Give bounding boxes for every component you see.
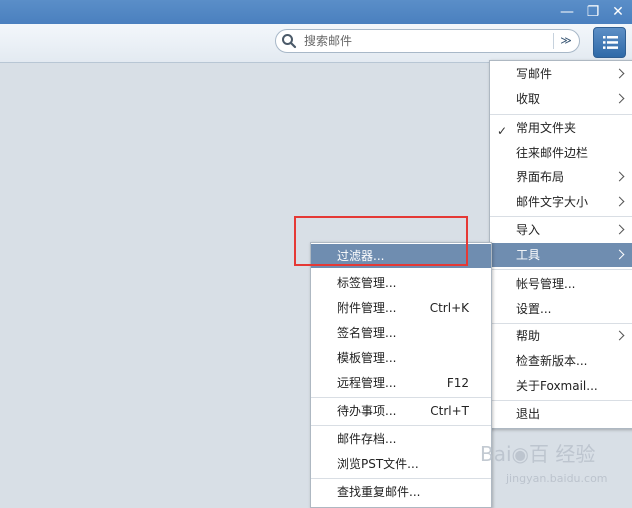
menu-separator bbox=[490, 400, 632, 401]
watermark-url: jingyan.baidu.com bbox=[506, 472, 608, 485]
restore-button[interactable]: ❐ bbox=[584, 3, 602, 21]
menu-item-settings[interactable]: 设置... bbox=[490, 297, 632, 321]
menu-item-label: 界面布局 bbox=[516, 170, 565, 184]
menu-separator bbox=[490, 216, 632, 217]
annotation-highlight-box bbox=[294, 216, 468, 266]
chevron-right-icon bbox=[614, 330, 625, 341]
menu-item-label: 退出 bbox=[516, 407, 541, 421]
menu-separator bbox=[490, 269, 632, 270]
main-menu-button[interactable] bbox=[593, 27, 626, 58]
menu-item-templates[interactable]: 模板管理... bbox=[311, 346, 491, 370]
menu-item-label: 邮件文字大小 bbox=[516, 195, 589, 209]
title-bar: — ❐ ✕ bbox=[0, 0, 632, 24]
close-button[interactable]: ✕ bbox=[609, 3, 627, 21]
menu-item-label: 查找重复邮件... bbox=[337, 485, 421, 499]
menu-item-label: 帐号管理... bbox=[516, 277, 576, 291]
menu-item-shortcut: Ctrl+K bbox=[429, 301, 469, 315]
search-divider bbox=[553, 33, 554, 49]
chevron-right-icon bbox=[614, 249, 625, 260]
list-menu-icon bbox=[603, 36, 618, 49]
menu-item-label: 设置... bbox=[516, 302, 552, 316]
menu-item-label: 工具 bbox=[516, 248, 541, 262]
menu-item-attachments[interactable]: 附件管理... Ctrl+K bbox=[311, 296, 491, 320]
menu-separator bbox=[311, 478, 491, 479]
menu-item-label: 常用文件夹 bbox=[516, 121, 577, 135]
chevron-right-icon bbox=[614, 171, 625, 182]
menu-item-label: 远程管理... bbox=[337, 376, 397, 390]
chevron-right-icon bbox=[614, 224, 625, 235]
menu-item-label: 关于Foxmail... bbox=[516, 379, 598, 393]
menu-item-label: 待办事项... bbox=[337, 404, 397, 418]
menu-item-label: 帮助 bbox=[516, 329, 541, 343]
menu-item-common-folders[interactable]: ✓ 常用文件夹 bbox=[490, 116, 632, 140]
watermark-logo: Bai◉百 经验 bbox=[480, 442, 596, 466]
menu-item-tools[interactable]: 工具 bbox=[490, 243, 632, 267]
menu-item-label: 往来邮件边栏 bbox=[516, 146, 589, 160]
menu-item-label: 浏览PST文件... bbox=[337, 457, 419, 471]
minimize-button[interactable]: — bbox=[558, 3, 576, 21]
search-box[interactable]: 搜索邮件 ≫ bbox=[275, 29, 580, 53]
menu-separator bbox=[311, 397, 491, 398]
chevron-down-icon[interactable]: ≫ bbox=[557, 32, 575, 50]
menu-separator bbox=[311, 425, 491, 426]
menu-item-todo[interactable]: 待办事项... Ctrl+T bbox=[311, 399, 491, 423]
menu-item-label: 模板管理... bbox=[337, 351, 397, 365]
menu-item-archive[interactable]: 邮件存档... bbox=[311, 427, 491, 451]
menu-item-accounts[interactable]: 帐号管理... bbox=[490, 272, 632, 296]
menu-item-remote[interactable]: 远程管理... F12 bbox=[311, 371, 491, 395]
menu-item-font-size[interactable]: 邮件文字大小 bbox=[490, 190, 632, 214]
tools-submenu: 过滤器... 标签管理... 附件管理... Ctrl+K 签名管理... 模板… bbox=[310, 242, 492, 508]
search-icon bbox=[282, 34, 297, 49]
menu-item-help[interactable]: 帮助 bbox=[490, 324, 632, 348]
main-menu: 写邮件 收取 ✓ 常用文件夹 往来邮件边栏 界面布局 邮件文字大小 导入 工具 … bbox=[489, 60, 632, 429]
menu-item-signatures[interactable]: 签名管理... bbox=[311, 321, 491, 345]
chevron-right-icon bbox=[614, 93, 625, 104]
menu-item-import[interactable]: 导入 bbox=[490, 218, 632, 242]
menu-item-label: 写邮件 bbox=[516, 67, 553, 81]
menu-item-label: 检查新版本... bbox=[516, 354, 588, 368]
menu-item-label: 邮件存档... bbox=[337, 432, 397, 446]
menu-item-find-duplicates[interactable]: 查找重复邮件... bbox=[311, 480, 491, 504]
menu-item-exit[interactable]: 退出 bbox=[490, 402, 632, 426]
chevron-right-icon bbox=[614, 196, 625, 207]
menu-item-receive[interactable]: 收取 bbox=[490, 87, 632, 111]
menu-item-layout[interactable]: 界面布局 bbox=[490, 165, 632, 189]
menu-item-browse-pst[interactable]: 浏览PST文件... bbox=[311, 452, 491, 476]
menu-item-shortcut: F12 bbox=[446, 376, 469, 390]
menu-separator bbox=[490, 114, 632, 115]
menu-item-label: 收取 bbox=[516, 92, 541, 106]
menu-item-check-update[interactable]: 检查新版本... bbox=[490, 349, 632, 373]
menu-item-shortcut: Ctrl+T bbox=[430, 404, 469, 418]
menu-item-contact-sidebar[interactable]: 往来邮件边栏 bbox=[490, 141, 632, 165]
menu-item-label: 附件管理... bbox=[337, 301, 397, 315]
menu-item-tags[interactable]: 标签管理... bbox=[311, 271, 491, 295]
menu-item-label: 导入 bbox=[516, 223, 541, 237]
toolbar: 搜索邮件 ≫ bbox=[0, 24, 632, 63]
search-input[interactable]: 搜索邮件 bbox=[304, 33, 352, 49]
check-icon: ✓ bbox=[497, 124, 508, 138]
menu-item-label: 签名管理... bbox=[337, 326, 397, 340]
menu-item-about[interactable]: 关于Foxmail... bbox=[490, 374, 632, 398]
chevron-right-icon bbox=[614, 68, 625, 79]
menu-item-label: 标签管理... bbox=[337, 276, 397, 290]
menu-item-compose[interactable]: 写邮件 bbox=[490, 62, 632, 86]
